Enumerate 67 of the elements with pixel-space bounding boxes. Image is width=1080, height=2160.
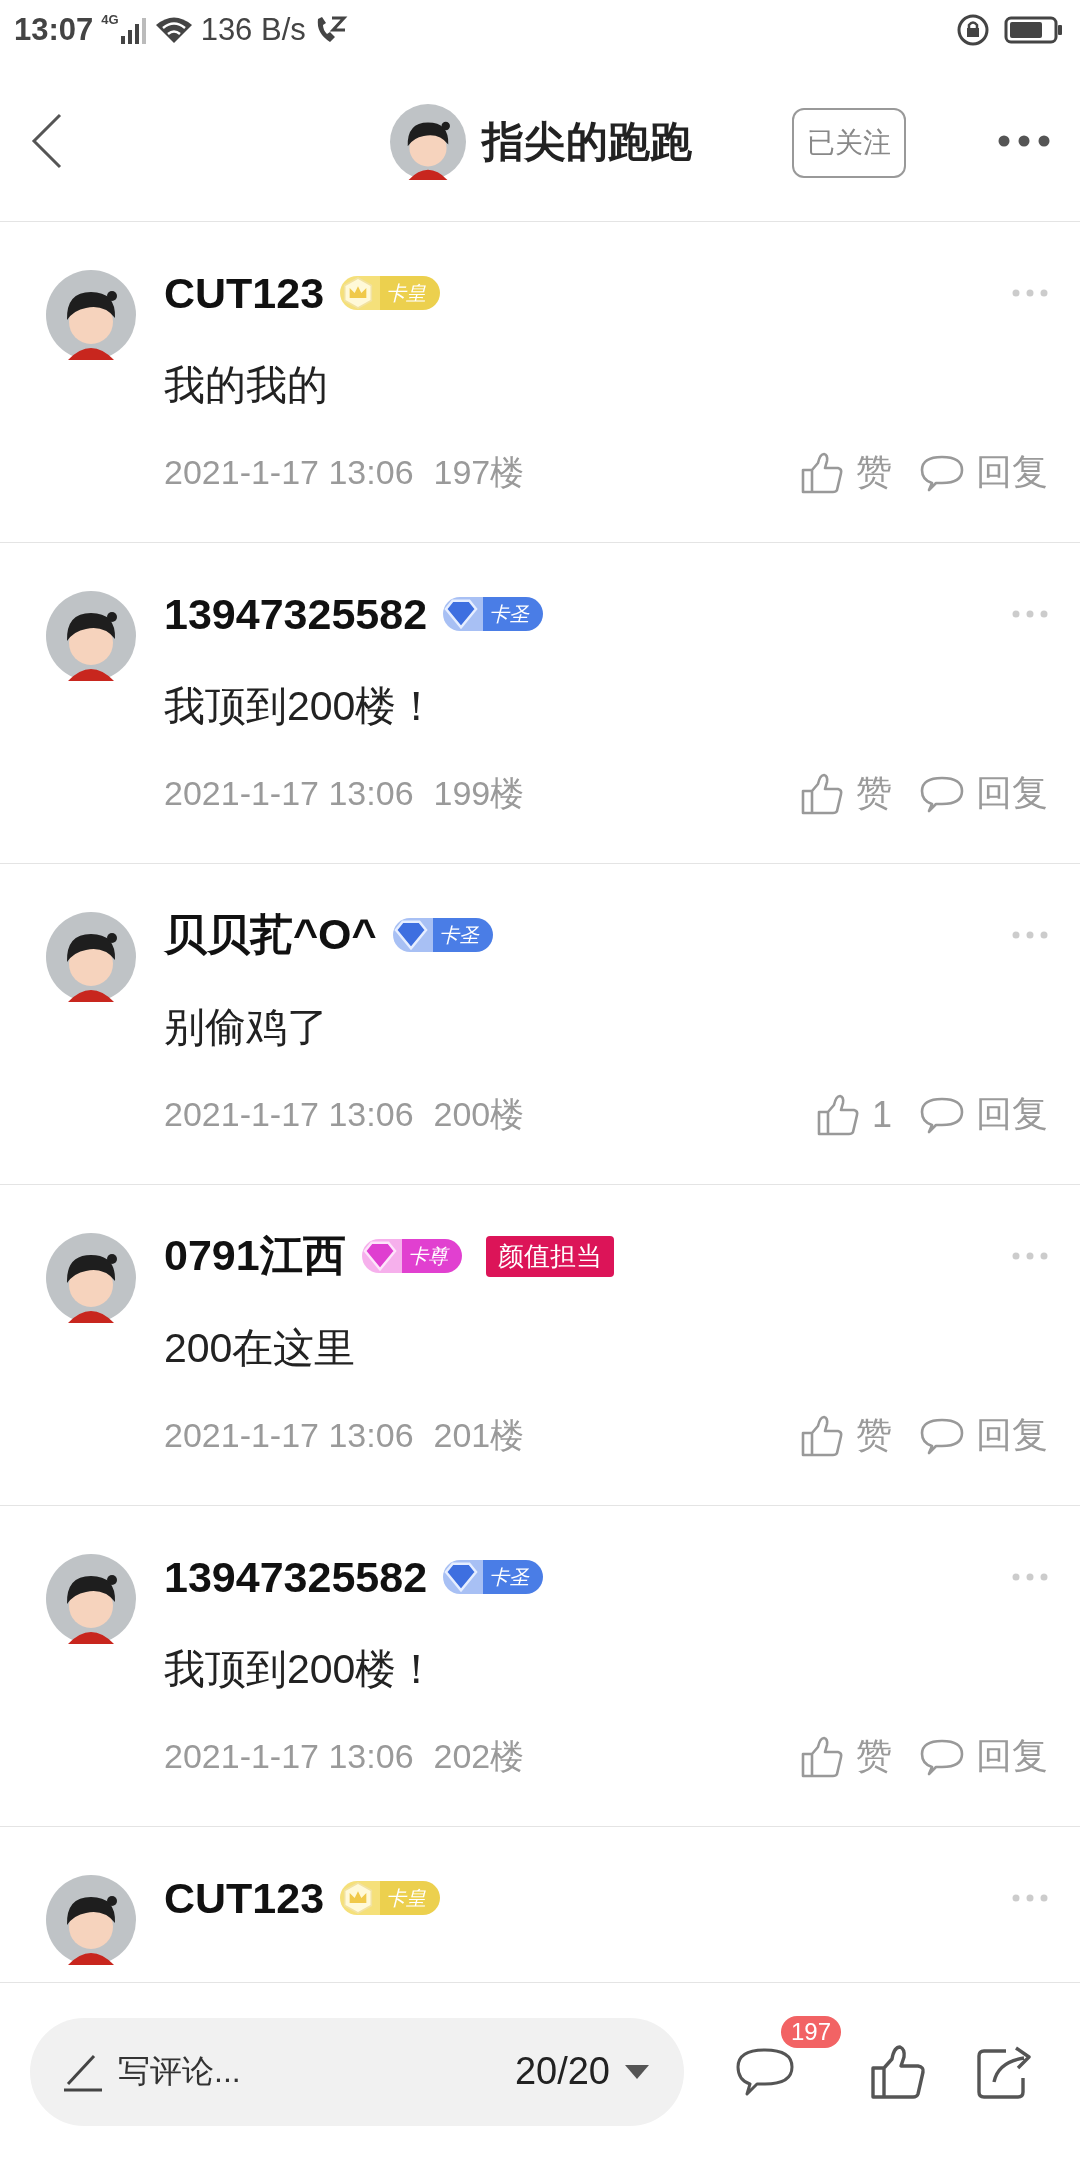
level-label: 卡圣 [438, 922, 479, 948]
more-icon[interactable] [998, 134, 1050, 147]
post-time: 2021-1-17 13:06 [164, 1737, 414, 1776]
like-button[interactable]: 1 [815, 1092, 892, 1137]
user-name[interactable]: 0791江西 [164, 1227, 346, 1285]
avatar[interactable] [390, 104, 466, 180]
post-time: 2021-1-17 13:06 [164, 1095, 414, 1134]
thumbs-up-icon [800, 771, 844, 816]
comment-text: 我顶到200楼！ [164, 682, 439, 731]
thumbs-up-icon [800, 1734, 844, 1779]
avatar[interactable] [46, 591, 136, 681]
post-time: 2021-1-17 13:06 [164, 1416, 414, 1455]
title-tag: 颜值担当 [485, 1235, 614, 1277]
thumbs-up-icon[interactable] [870, 2043, 926, 2100]
thumbs-up-icon [815, 1092, 860, 1137]
avatar[interactable] [46, 1554, 136, 1644]
user-name[interactable]: CUT123 [164, 1873, 325, 1923]
floor-number: 199楼 [433, 772, 525, 814]
level-label: 卡皇 [386, 280, 427, 306]
floor-number: 201楼 [433, 1414, 525, 1456]
floor-number: 202楼 [433, 1735, 525, 1777]
reply-button[interactable]: 回复 [920, 1411, 1048, 1460]
user-name[interactable]: 贝贝芤^O^ [164, 906, 377, 964]
reply-button[interactable]: 回复 [920, 1090, 1048, 1139]
comment-text: 200在这里 [164, 1324, 357, 1373]
dropdown-icon[interactable] [624, 2063, 650, 2080]
post-time: 2021-1-17 13:06 [164, 774, 414, 813]
floor-number: 197楼 [433, 451, 525, 493]
follow-button[interactable]: 已关注 [792, 108, 906, 178]
thumbs-up-icon [800, 450, 844, 495]
page-indicator[interactable]: 20/20 [514, 2050, 610, 2093]
avatar[interactable] [46, 1875, 136, 1965]
count-badge: 197 [781, 2015, 842, 2048]
network-type: 4G [101, 12, 119, 27]
wifi-icon [154, 16, 193, 44]
avatar[interactable] [46, 1233, 136, 1323]
rotation-lock-icon [956, 13, 990, 47]
comment-text: 我的我的 [164, 361, 329, 410]
avatar[interactable] [46, 270, 136, 360]
like-button[interactable]: 赞 [800, 769, 892, 818]
user-name[interactable]: CUT123 [164, 268, 325, 318]
level-label: 卡尊 [407, 1243, 448, 1269]
avatar[interactable] [46, 912, 136, 1002]
input-placeholder: 写评论... [118, 2051, 241, 2091]
thumbs-up-icon [800, 1413, 844, 1458]
comment-text: 别偷鸡了 [164, 1003, 329, 1052]
floor-number: 200楼 [433, 1093, 525, 1135]
post-time: 2021-1-17 13:06 [164, 453, 414, 492]
reply-button[interactable]: 回复 [920, 448, 1048, 497]
like-button[interactable]: 赞 [800, 1732, 892, 1781]
profile-name: 指尖的跑跑 [482, 117, 692, 167]
like-button[interactable]: 赞 [800, 448, 892, 497]
comment-text: 我顶到200楼！ [164, 1645, 439, 1694]
network-speed: 136 B/s [200, 12, 306, 48]
reply-button[interactable]: 回复 [920, 769, 1048, 818]
user-name[interactable]: 13947325582 [164, 589, 428, 639]
signal-icon [120, 16, 147, 44]
reply-button[interactable]: 回复 [920, 1732, 1048, 1781]
level-label: 卡圣 [489, 601, 530, 627]
battery-icon [1004, 15, 1064, 45]
back-icon[interactable] [30, 112, 62, 169]
level-label: 卡皇 [386, 1885, 427, 1911]
comment-input[interactable]: 写评论... 20/20 [30, 2017, 684, 2126]
like-button[interactable]: 赞 [800, 1411, 892, 1460]
user-name[interactable]: 13947325582 [164, 1552, 428, 1602]
clock-time: 13:07 [14, 12, 94, 48]
level-label: 卡圣 [489, 1564, 530, 1590]
